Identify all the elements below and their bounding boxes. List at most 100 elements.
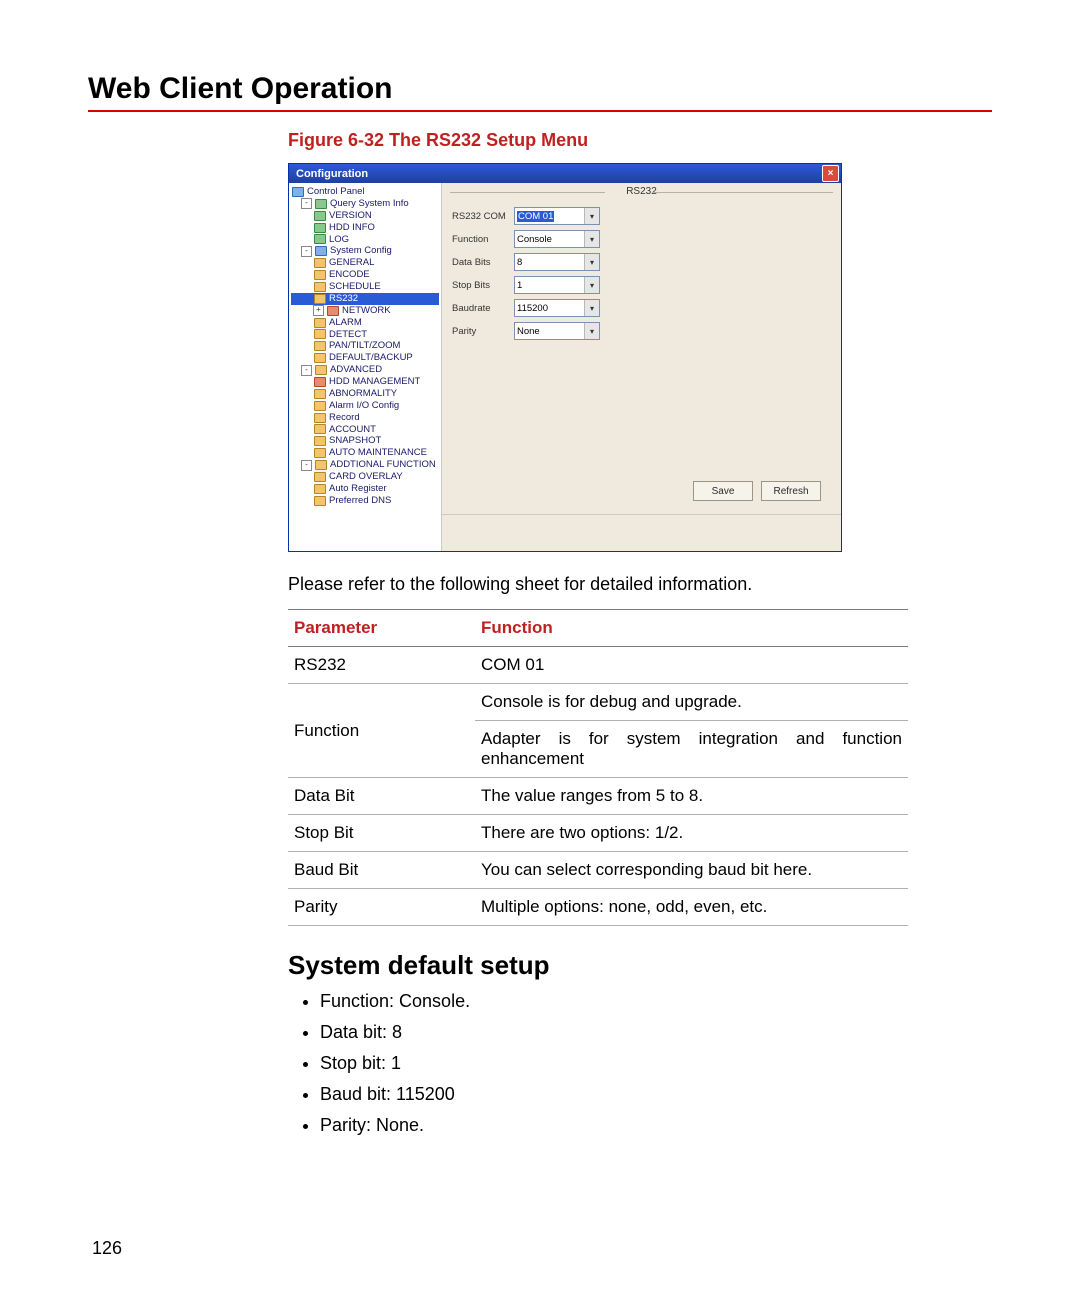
tree-item[interactable]: Preferred DNS xyxy=(329,495,391,507)
expand-icon[interactable]: + xyxy=(313,305,324,316)
folder-icon xyxy=(314,294,326,304)
tree-item[interactable]: ACCOUNT xyxy=(329,424,376,436)
folder-icon xyxy=(314,270,326,280)
tree-item[interactable]: DEFAULT/BACKUP xyxy=(329,352,413,364)
chevron-down-icon[interactable]: ▾ xyxy=(584,277,599,293)
folder-icon xyxy=(314,211,326,221)
chevron-down-icon[interactable]: ▾ xyxy=(584,254,599,270)
tree-item[interactable]: ALARM xyxy=(329,317,362,329)
select-stopbits[interactable]: 1▾ xyxy=(514,276,600,294)
settings-panel: RS232 RS232 COM COM 01▾ Function Console… xyxy=(442,183,841,551)
label-function: Function xyxy=(452,234,514,245)
label-databits: Data Bits xyxy=(452,257,514,268)
window-titlebar: Configuration × xyxy=(289,164,841,183)
folder-icon xyxy=(314,318,326,328)
expand-icon[interactable]: - xyxy=(301,365,312,376)
save-button[interactable]: Save xyxy=(693,481,753,501)
folder-icon xyxy=(314,377,326,387)
th-parameter: Parameter xyxy=(288,610,475,647)
tree-query[interactable]: Query System Info xyxy=(330,198,409,210)
folder-icon xyxy=(314,282,326,292)
expand-icon[interactable]: - xyxy=(301,460,312,471)
folder-icon xyxy=(314,341,326,351)
chevron-down-icon[interactable]: ▾ xyxy=(584,208,599,224)
select-function[interactable]: Console▾ xyxy=(514,230,600,248)
label-stopbits: Stop Bits xyxy=(452,280,514,291)
tree-item[interactable]: CARD OVERLAY xyxy=(329,471,403,483)
config-window: Configuration × Control Panel - Query Sys… xyxy=(288,163,842,552)
figure-caption: Figure 6-32 The RS232 Setup Menu xyxy=(288,130,992,151)
tree-addfunc[interactable]: ADDTIONAL FUNCTION xyxy=(330,459,436,471)
table-row: Parity Multiple options: none, odd, even… xyxy=(288,889,908,926)
th-function: Function xyxy=(475,610,908,647)
folder-icon xyxy=(327,306,339,316)
tree-item[interactable]: LOG xyxy=(329,234,349,246)
nav-tree[interactable]: Control Panel - Query System Info VERSION… xyxy=(289,183,442,551)
tree-item[interactable]: NETWORK xyxy=(342,305,391,317)
table-row: Baud Bit You can select corresponding ba… xyxy=(288,852,908,889)
expand-icon[interactable]: - xyxy=(301,246,312,257)
table-row: Data Bit The value ranges from 5 to 8. xyxy=(288,778,908,815)
table-row: Stop Bit There are two options: 1/2. xyxy=(288,815,908,852)
tree-item[interactable]: SNAPSHOT xyxy=(329,435,381,447)
tree-item-rs232[interactable]: RS232 xyxy=(329,293,358,305)
tree-item[interactable]: Auto Register xyxy=(329,483,387,495)
tree-item[interactable]: DETECT xyxy=(329,329,367,341)
select-rs232com[interactable]: COM 01▾ xyxy=(514,207,600,225)
folder-icon xyxy=(314,234,326,244)
folder-icon xyxy=(314,496,326,506)
defaults-heading: System default setup xyxy=(288,950,992,981)
refresh-button[interactable]: Refresh xyxy=(761,481,821,501)
folder-icon xyxy=(314,484,326,494)
body-text: Please refer to the following sheet for … xyxy=(288,574,992,595)
label-baudrate: Baudrate xyxy=(452,303,514,314)
page-number: 126 xyxy=(92,1238,122,1259)
select-baudrate[interactable]: 115200▾ xyxy=(514,299,600,317)
folder-icon xyxy=(315,365,327,375)
folder-icon xyxy=(314,258,326,268)
page-title: Web Client Operation xyxy=(88,72,992,112)
tree-sysconfig[interactable]: System Config xyxy=(330,245,392,257)
folder-icon xyxy=(315,460,327,470)
folder-icon xyxy=(315,246,327,256)
tree-item[interactable]: Record xyxy=(329,412,360,424)
tree-item[interactable]: SCHEDULE xyxy=(329,281,381,293)
panel-icon xyxy=(292,187,304,197)
tree-item[interactable]: HDD MANAGEMENT xyxy=(329,376,420,388)
list-item: Baud bit: 115200 xyxy=(320,1084,992,1105)
label-parity: Parity xyxy=(452,326,514,337)
tree-root[interactable]: Control Panel xyxy=(307,186,365,198)
expand-icon[interactable]: - xyxy=(301,198,312,209)
tree-item[interactable]: ENCODE xyxy=(329,269,370,281)
tree-item[interactable]: AUTO MAINTENANCE xyxy=(329,447,427,459)
tree-item[interactable]: VERSION xyxy=(329,210,372,222)
folder-icon xyxy=(314,329,326,339)
folder-icon xyxy=(314,353,326,363)
table-row: RS232 COM 01 xyxy=(288,647,908,684)
chevron-down-icon[interactable]: ▾ xyxy=(584,323,599,339)
tree-item[interactable]: HDD INFO xyxy=(329,222,375,234)
list-item: Stop bit: 1 xyxy=(320,1053,992,1074)
chevron-down-icon[interactable]: ▾ xyxy=(584,300,599,316)
folder-icon xyxy=(314,389,326,399)
close-icon[interactable]: × xyxy=(822,165,839,182)
list-item: Function: Console. xyxy=(320,991,992,1012)
folder-icon xyxy=(314,413,326,423)
table-row: Function Console is for debug and upgrad… xyxy=(288,684,908,721)
chevron-down-icon[interactable]: ▾ xyxy=(584,231,599,247)
select-parity[interactable]: None▾ xyxy=(514,322,600,340)
folder-icon xyxy=(314,472,326,482)
label-rs232com: RS232 COM xyxy=(452,211,514,222)
tree-item[interactable]: PAN/TILT/ZOOM xyxy=(329,340,400,352)
tree-item[interactable]: ABNORMALITY xyxy=(329,388,397,400)
folder-icon xyxy=(314,223,326,233)
parameter-table: Parameter Function RS232 COM 01 Function… xyxy=(288,609,908,926)
tree-advanced[interactable]: ADVANCED xyxy=(330,364,382,376)
tree-item[interactable]: GENERAL xyxy=(329,257,374,269)
select-databits[interactable]: 8▾ xyxy=(514,253,600,271)
list-item: Parity: None. xyxy=(320,1115,992,1136)
folder-icon xyxy=(315,199,327,209)
window-title: Configuration xyxy=(296,168,368,180)
list-item: Data bit: 8 xyxy=(320,1022,992,1043)
tree-item[interactable]: Alarm I/O Config xyxy=(329,400,399,412)
